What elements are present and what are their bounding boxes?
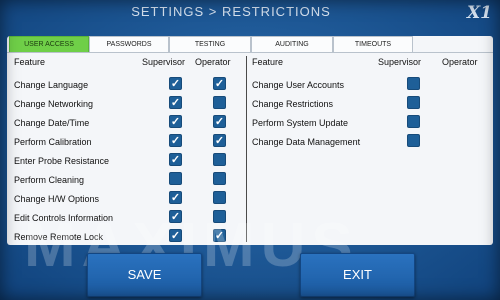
operator-checkbox-perform-cleaning[interactable]: ✓	[213, 172, 226, 185]
supervisor-checkbox-change-user-accounts[interactable]: ✓	[407, 77, 420, 90]
feature-row-change-data-management: Change Data Management ✓	[252, 132, 482, 151]
supervisor-checkbox-change-restrictions[interactable]: ✓	[407, 96, 420, 109]
operator-checkbox-enter-probe-resistance[interactable]: ✓	[213, 153, 226, 166]
feature-label: Change Restrictions	[252, 99, 334, 109]
feature-label: Perform Calibration	[14, 137, 92, 147]
supervisor-checkbox-enter-probe-resistance[interactable]: ✓	[169, 153, 182, 166]
feature-row-perform-cleaning: Perform Cleaning ✓ ✓	[14, 170, 244, 189]
tab-divider-line	[7, 52, 493, 53]
supervisor-checkbox-change-networking[interactable]: ✓	[169, 96, 182, 109]
feature-label: Change Data Management	[252, 137, 361, 147]
operator-checkbox-change-networking[interactable]: ✓	[213, 96, 226, 109]
feature-column-header: Feature	[14, 57, 46, 67]
tab-user-access[interactable]: USER ACCESS	[9, 36, 89, 52]
tab-testing[interactable]: TESTING	[169, 36, 251, 52]
supervisor-checkbox-change-h-w-options[interactable]: ✓	[169, 191, 182, 204]
page-title: SETTINGS > RESTRICTIONS	[131, 4, 331, 19]
feature-label: Change User Accounts	[252, 80, 345, 90]
feature-label: Perform System Update	[252, 118, 349, 128]
exit-button[interactable]: EXIT	[300, 253, 415, 297]
operator-column-header: Operator	[195, 57, 231, 67]
feature-label: Change Language	[14, 80, 89, 90]
save-button[interactable]: SAVE	[87, 253, 202, 297]
feature-row-enter-probe-resistance: Enter Probe Resistance ✓ ✓	[14, 151, 244, 170]
operator-column-header-right: Operator	[442, 57, 478, 67]
supervisor-checkbox-perform-system-update[interactable]: ✓	[407, 115, 420, 128]
supervisor-checkbox-change-date-time[interactable]: ✓	[169, 115, 182, 128]
tab-timeouts[interactable]: TIMEOUTS	[333, 36, 413, 52]
feature-row-perform-calibration: Perform Calibration ✓ ✓	[14, 132, 244, 151]
operator-checkbox-change-language[interactable]: ✓	[213, 77, 226, 90]
feature-label: Change H/W Options	[14, 194, 100, 204]
feature-label: Change Date/Time	[14, 118, 90, 128]
operator-checkbox-change-date-time[interactable]: ✓	[213, 115, 226, 128]
supervisor-column-header-right: Supervisor	[378, 57, 422, 67]
supervisor-checkbox-perform-cleaning[interactable]: ✓	[169, 172, 182, 185]
feature-row-change-restrictions: Change Restrictions ✓	[252, 94, 482, 113]
feature-label: Change Networking	[14, 99, 94, 109]
feature-row-change-user-accounts: Change User Accounts ✓	[252, 75, 482, 94]
feature-row-change-h-w-options: Change H/W Options ✓ ✓	[14, 189, 244, 208]
supervisor-checkbox-change-data-management[interactable]: ✓	[407, 134, 420, 147]
supervisor-checkbox-change-language[interactable]: ✓	[169, 77, 182, 90]
feature-row-perform-system-update: Perform System Update ✓	[252, 113, 482, 132]
operator-checkbox-perform-calibration[interactable]: ✓	[213, 134, 226, 147]
feature-label: Enter Probe Resistance	[14, 156, 110, 166]
brand-logo: X1	[466, 3, 492, 23]
tab-passwords[interactable]: PASSWORDS	[89, 36, 169, 52]
feature-column-header-right: Feature	[252, 57, 284, 67]
supervisor-column-header: Supervisor	[142, 57, 186, 67]
feature-row-change-networking: Change Networking ✓ ✓	[14, 94, 244, 113]
feature-row-change-date-time: Change Date/Time ✓ ✓	[14, 113, 244, 132]
supervisor-checkbox-perform-calibration[interactable]: ✓	[169, 134, 182, 147]
tab-auditing[interactable]: AUDITING	[251, 36, 333, 52]
feature-label: Perform Cleaning	[14, 175, 85, 185]
tab-bar: USER ACCESS PASSWORDS TESTING AUDITING T…	[9, 36, 413, 52]
operator-checkbox-change-h-w-options[interactable]: ✓	[213, 191, 226, 204]
feature-row-change-language: Change Language ✓ ✓	[14, 75, 244, 94]
